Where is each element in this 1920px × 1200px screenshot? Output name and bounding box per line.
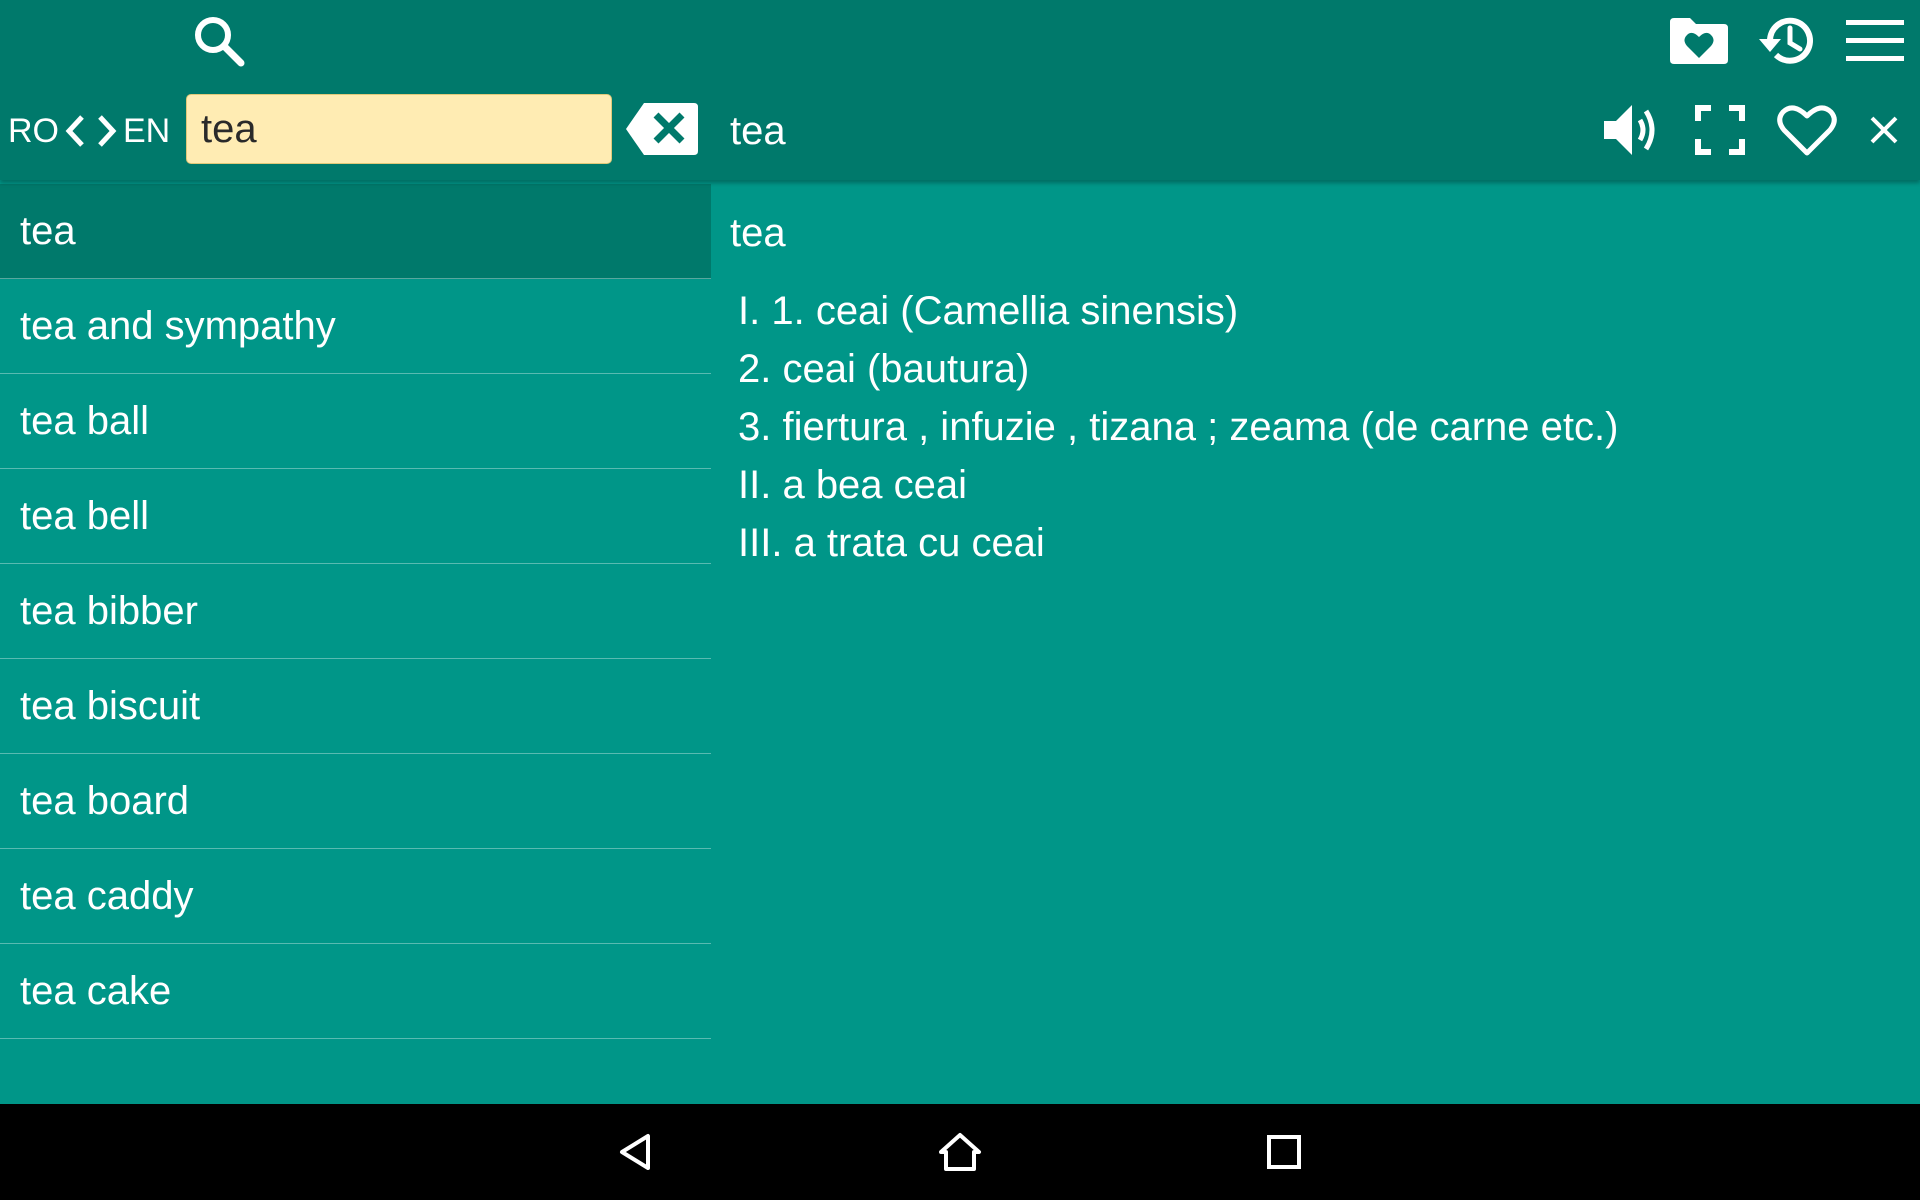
chevron-right-icon [95, 111, 119, 151]
source-language-label: RO [8, 111, 59, 150]
definition-panel: tea I. 1. ceai (Camellia sinensis) 2. ce… [730, 210, 1900, 572]
backspace-clear-icon[interactable] [626, 100, 700, 158]
heart-outline-icon[interactable] [1774, 98, 1840, 162]
word-list-item[interactable]: tea bibber [0, 564, 711, 659]
definition-line: 2. ceai (bautura) [738, 347, 1030, 391]
word-list-item[interactable]: tea and sympathy [0, 279, 711, 374]
nav-home-icon[interactable] [936, 1128, 984, 1176]
hamburger-menu-icon[interactable] [1840, 8, 1910, 74]
nav-back-icon[interactable] [612, 1128, 660, 1176]
close-icon[interactable] [1862, 104, 1906, 156]
search-icon[interactable] [186, 8, 252, 74]
history-icon[interactable] [1752, 8, 1822, 74]
word-list-item[interactable]: tea caddy [0, 849, 711, 944]
word-list-item[interactable]: tea cake [0, 944, 711, 1039]
word-list-item[interactable]: tea board [0, 754, 711, 849]
definition-headword: tea [730, 211, 786, 255]
search-input[interactable] [186, 94, 612, 164]
speaker-icon[interactable] [1600, 98, 1664, 162]
definition-line: I. 1. ceai (Camellia sinensis) [738, 289, 1239, 333]
app-toolbar: RO EN tea [0, 0, 1920, 180]
entry-title: tea [730, 109, 786, 153]
folder-heart-icon[interactable] [1664, 8, 1734, 74]
word-list-item[interactable]: tea biscuit [0, 659, 711, 754]
word-list-item[interactable]: tea bell [0, 469, 711, 564]
word-list: tea tea and sympathy tea ball tea bell t… [0, 184, 711, 1039]
fullscreen-icon[interactable] [1688, 98, 1752, 162]
word-list-item[interactable]: tea [0, 184, 711, 279]
definition-line: II. a bea ceai [738, 463, 968, 507]
language-switch[interactable]: RO EN [8, 106, 170, 156]
word-list-item[interactable]: tea ball [0, 374, 711, 469]
chevron-left-icon [63, 111, 87, 151]
definition-line: 3. fiertura , infuzie , tizana ; zeama (… [738, 405, 1619, 449]
definition-line: III. a trata cu ceai [738, 521, 1045, 565]
target-language-label: EN [123, 111, 171, 150]
nav-recent-apps-icon[interactable] [1260, 1128, 1308, 1176]
